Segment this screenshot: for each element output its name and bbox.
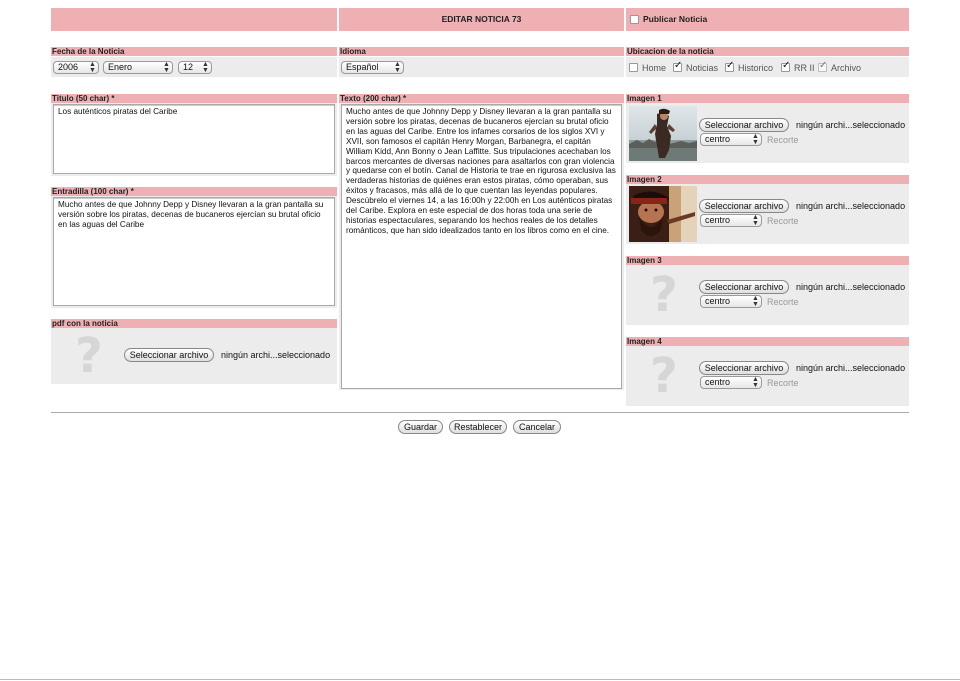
location-rrii-label: RR II [794, 63, 815, 73]
header-title-cell: EDITAR NOTICIA 73 [339, 8, 624, 31]
idioma-panel: Español ▲ ▼ [339, 57, 624, 77]
image1-label: Imagen 1 [626, 94, 909, 103]
texto-textarea[interactable]: Mucho antes de que Johnny Depp y Disney … [341, 104, 622, 389]
select-arrows-icon: ▲ ▼ [163, 61, 170, 74]
image3-label: Imagen 3 [626, 256, 909, 265]
location-noticias-label: Noticias [686, 63, 719, 73]
header-publish-cell: Publicar Noticia [626, 8, 909, 31]
idioma-label: Idioma [339, 47, 624, 56]
location-historico-label: Historico [738, 63, 774, 73]
image1-panel: Seleccionar archivo ningún archi...selec… [626, 103, 909, 163]
select-arrows-icon: ▲ ▼ [89, 61, 96, 74]
year-select[interactable]: 2006 ▲ ▼ [53, 61, 99, 74]
placeholder-question-icon: ? [75, 328, 103, 384]
ubicacion-label: Ubicacion de la noticia [626, 47, 909, 56]
select-arrows-icon: ▲ ▼ [394, 61, 401, 74]
select-arrows-icon: ▲ ▼ [202, 61, 209, 74]
image2-thumbnail [629, 186, 697, 242]
image2-panel: Seleccionar archivo ningún archi...selec… [626, 184, 909, 244]
image1-file-status: ningún archi...seleccionado [796, 120, 906, 130]
image2-recorte-link[interactable]: Recorte [767, 216, 799, 226]
image2-select-file-button[interactable]: Seleccionar archivo [699, 199, 789, 213]
cancel-button[interactable]: Cancelar [513, 420, 561, 434]
image2-label: Imagen 2 [626, 175, 909, 184]
select-arrows-icon: ▲ ▼ [752, 214, 759, 227]
fecha-panel: 2006 ▲ ▼ Enero ▲ ▼ 12 ▲ ▼ [51, 57, 337, 77]
pdf-select-file-button[interactable]: Seleccionar archivo [124, 348, 214, 362]
ubicacion-panel: Home Noticias Historico RR II Archivo [626, 57, 909, 77]
image1-recorte-link[interactable]: Recorte [767, 135, 799, 145]
titulo-textarea[interactable]: Los auténticos piratas del Caribe [53, 104, 335, 174]
pdf-file-status: ningún archi...seleccionado [221, 350, 331, 360]
image3-recorte-link[interactable]: Recorte [767, 297, 799, 307]
image3-position-select[interactable]: centro ▲ ▼ [700, 295, 762, 308]
publish-label: Publicar Noticia [643, 14, 708, 24]
pdf-label: pdf con la noticia [51, 319, 337, 328]
image4-select-file-button[interactable]: Seleccionar archivo [699, 361, 789, 375]
entradilla-label: Entradilla (100 char) * [51, 187, 337, 196]
texto-label: Texto (200 char) * [339, 94, 624, 103]
entradilla-textarea[interactable]: Mucho antes de que Johnny Depp y Disney … [53, 197, 335, 306]
select-arrows-icon: ▲ ▼ [752, 133, 759, 146]
page-title: EDITAR NOTICIA 73 [441, 14, 522, 24]
image4-panel: ? Seleccionar archivo ningún archi...sel… [626, 346, 909, 406]
location-historico-checkbox[interactable] [725, 60, 734, 72]
titulo-label: Titulo (50 char) * [51, 94, 337, 103]
location-noticias-checkbox[interactable] [673, 60, 682, 72]
location-archivo-checkbox[interactable] [818, 60, 827, 72]
language-select[interactable]: Español ▲ ▼ [341, 61, 404, 74]
image4-position-select[interactable]: centro ▲ ▼ [700, 376, 762, 389]
reset-button[interactable]: Restablecer [449, 420, 507, 434]
fecha-label: Fecha de la Noticia [51, 47, 337, 56]
placeholder-question-icon: ? [650, 267, 678, 323]
location-home-checkbox[interactable] [629, 63, 638, 72]
header-left-cell [51, 8, 337, 31]
image2-position-select[interactable]: centro ▲ ▼ [700, 214, 762, 227]
image1-thumbnail [629, 106, 697, 161]
location-rrii-checkbox[interactable] [781, 60, 790, 72]
bottom-border [0, 679, 960, 680]
select-arrows-icon: ▲ ▼ [752, 376, 759, 389]
image3-panel: ? Seleccionar archivo ningún archi...sel… [626, 265, 909, 325]
month-select[interactable]: Enero ▲ ▼ [103, 61, 173, 74]
day-select[interactable]: 12 ▲ ▼ [178, 61, 212, 74]
pdf-panel: ? Seleccionar archivo ningún archi...sel… [51, 328, 337, 384]
image3-file-status: ningún archi...seleccionado [796, 282, 906, 292]
location-archivo-label: Archivo [831, 63, 862, 73]
save-button[interactable]: Guardar [398, 420, 443, 434]
publish-checkbox[interactable] [630, 15, 639, 24]
image1-select-file-button[interactable]: Seleccionar archivo [699, 118, 789, 132]
image4-label: Imagen 4 [626, 337, 909, 346]
image2-file-status: ningún archi...seleccionado [796, 201, 906, 211]
image1-position-select[interactable]: centro ▲ ▼ [700, 133, 762, 146]
location-home-label: Home [642, 63, 667, 73]
select-arrows-icon: ▲ ▼ [752, 295, 759, 308]
image4-recorte-link[interactable]: Recorte [767, 378, 799, 388]
image4-file-status: ningún archi...seleccionado [796, 363, 906, 373]
form-divider [51, 412, 909, 413]
placeholder-question-icon: ? [650, 348, 678, 404]
image3-select-file-button[interactable]: Seleccionar archivo [699, 280, 789, 294]
